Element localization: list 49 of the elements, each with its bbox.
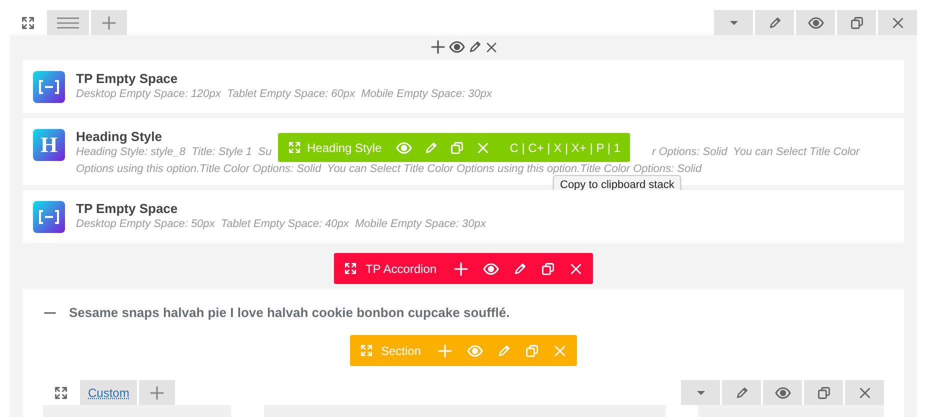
duplicate-button[interactable] xyxy=(804,380,843,405)
add-icon[interactable] xyxy=(430,39,446,55)
eye-icon xyxy=(808,14,824,30)
move-icon[interactable] xyxy=(20,16,34,30)
element-title: Heading Style xyxy=(76,129,163,144)
toolbar-label: TP Accordion xyxy=(365,262,437,276)
copy-icon xyxy=(816,386,830,400)
plus-icon xyxy=(149,384,166,400)
pencil-icon[interactable] xyxy=(512,262,527,276)
copy-icon xyxy=(850,16,864,30)
eye-icon[interactable] xyxy=(448,39,464,55)
menu-tab[interactable] xyxy=(47,10,89,35)
pencil-icon[interactable] xyxy=(468,40,482,54)
empty-space-icon xyxy=(33,71,65,103)
copy-icon[interactable] xyxy=(540,262,555,276)
toolbar-label: Heading Style xyxy=(307,140,382,154)
custom-tab[interactable]: Custom xyxy=(80,380,138,405)
element-description: Desktop Empty Space: 50px Tablet Empty Space: 40px Mobile Empty Space: 30px xyxy=(76,218,486,230)
pencil-icon xyxy=(734,386,748,400)
eye-icon[interactable] xyxy=(482,260,499,276)
element-title: TP Empty Space xyxy=(76,201,179,216)
caret-icon xyxy=(696,390,704,394)
heading-icon: H xyxy=(33,129,65,161)
element-description: r Options: Solid You can Select Title Color xyxy=(652,146,860,158)
close-icon[interactable] xyxy=(484,40,498,54)
caret-icon xyxy=(730,20,738,24)
toolbar-label: Section xyxy=(380,344,422,358)
close-icon xyxy=(890,16,904,30)
accordion-title[interactable]: Sesame snaps halvah pie I love halvah cookie bonbon cupcake soufflé. xyxy=(69,305,510,320)
element-description: Heading Style: style_8 Title: Style 1 Su xyxy=(76,146,272,158)
eye-icon xyxy=(774,384,790,400)
edit-button[interactable] xyxy=(755,10,794,35)
visibility-button[interactable] xyxy=(796,10,835,35)
add-tab[interactable] xyxy=(139,380,176,405)
empty-space-icon xyxy=(33,201,65,233)
element-description: Options using this option.Title Color Options: Solid You can Select Title Color Options using this option.Title Color Options: Solid xyxy=(76,163,703,175)
visibility-button[interactable] xyxy=(763,380,802,405)
close-button[interactable] xyxy=(845,380,884,405)
duplicate-button[interactable] xyxy=(837,10,876,35)
element-title: TP Empty Space xyxy=(76,71,179,86)
move-icon[interactable] xyxy=(54,386,68,400)
close-button[interactable] xyxy=(878,10,917,35)
edit-button[interactable] xyxy=(722,380,761,405)
add-tab[interactable] xyxy=(91,10,127,35)
close-icon xyxy=(858,386,872,400)
element-description: Desktop Empty Space: 120px Tablet Empty Space: 60px Mobile Empty Space: 30px xyxy=(76,88,492,100)
pencil-icon xyxy=(768,16,782,30)
plus-icon xyxy=(101,14,117,30)
close-icon[interactable] xyxy=(568,262,583,276)
